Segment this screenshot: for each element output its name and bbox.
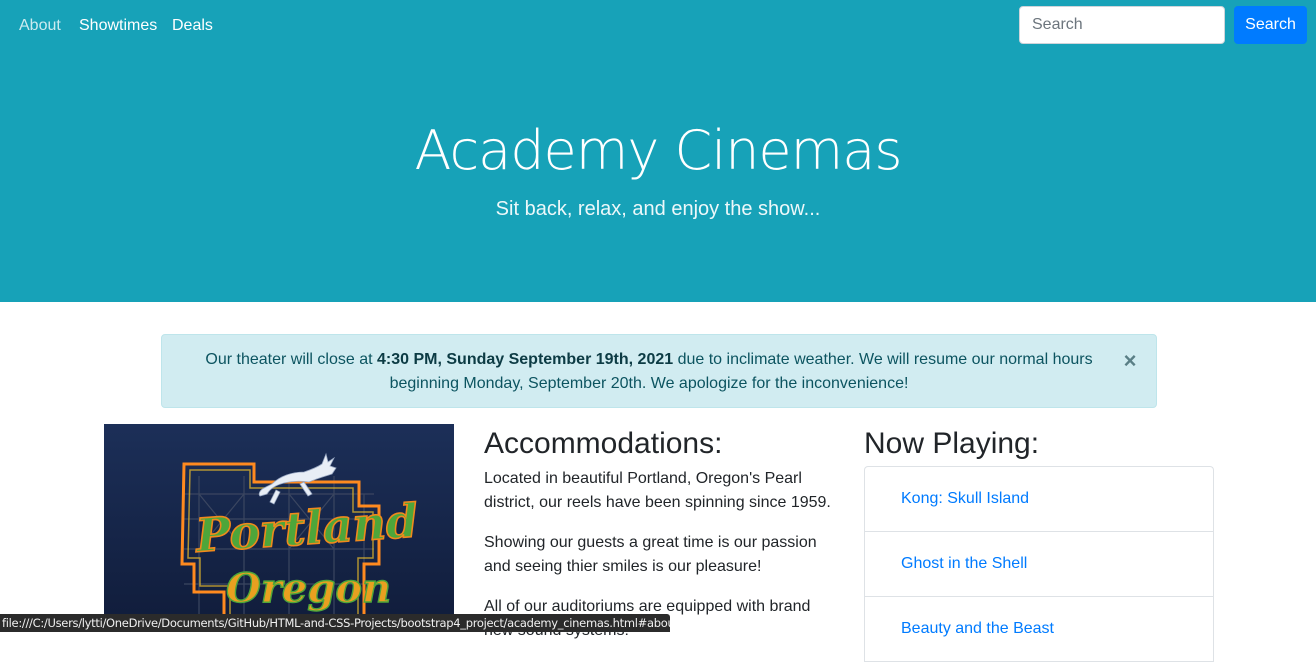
nav-link-about[interactable]: About	[19, 16, 61, 36]
movie-link-ghost-in-the-shell[interactable]: Ghost in the Shell	[901, 554, 1027, 574]
sign-text-oregon: Oregon	[226, 565, 391, 612]
hero-banner: Academy Cinemas Sit back, relax, and enj…	[0, 52, 1316, 302]
accommodations-paragraph: Showing our guests a great time is our p…	[484, 534, 817, 575]
list-item: Kong: Skull Island	[865, 467, 1213, 532]
now-playing-heading: Now Playing:	[864, 427, 1040, 460]
accommodations-heading: Accommodations:	[484, 427, 723, 460]
hero-subtitle: Sit back, relax, and enjoy the show...	[495, 198, 821, 220]
weather-alert: Our theater will close at 4:30 PM, Sunda…	[161, 334, 1157, 408]
now-playing-list: Kong: Skull Island Ghost in the Shell Be…	[864, 466, 1214, 662]
hero-title: Academy Cinemas	[414, 119, 903, 182]
list-item: Beauty and the Beast	[865, 597, 1213, 662]
accommodations-paragraph: Located in beautiful Portland, Oregon's …	[484, 470, 831, 511]
top-navbar: About Showtimes Deals Search	[0, 0, 1316, 52]
movie-link-beauty-and-the-beast[interactable]: Beauty and the Beast	[901, 619, 1054, 639]
movie-link-kong-skull-island[interactable]: Kong: Skull Island	[901, 489, 1029, 509]
portland-oregon-sign-image: Portland Oregon	[104, 424, 454, 632]
alert-close-button[interactable]: ×	[1120, 349, 1140, 373]
portland-sign-illustration: Portland Oregon	[104, 424, 454, 632]
list-item: Ghost in the Shell	[865, 532, 1213, 597]
alert-message: Our theater will close at 4:30 PM, Sunda…	[182, 348, 1116, 396]
alert-text-prefix: Our theater will close at	[205, 351, 378, 368]
nav-link-showtimes[interactable]: Showtimes	[79, 16, 157, 36]
alert-closing-time: 4:30 PM, Sunday September 19th, 2021	[377, 351, 674, 368]
search-input[interactable]	[1019, 6, 1225, 44]
search-button[interactable]: Search	[1234, 6, 1307, 44]
nav-link-deals[interactable]: Deals	[172, 16, 213, 36]
browser-status-bar-url: file:///C:/Users/lytti/OneDrive/Document…	[0, 614, 670, 632]
